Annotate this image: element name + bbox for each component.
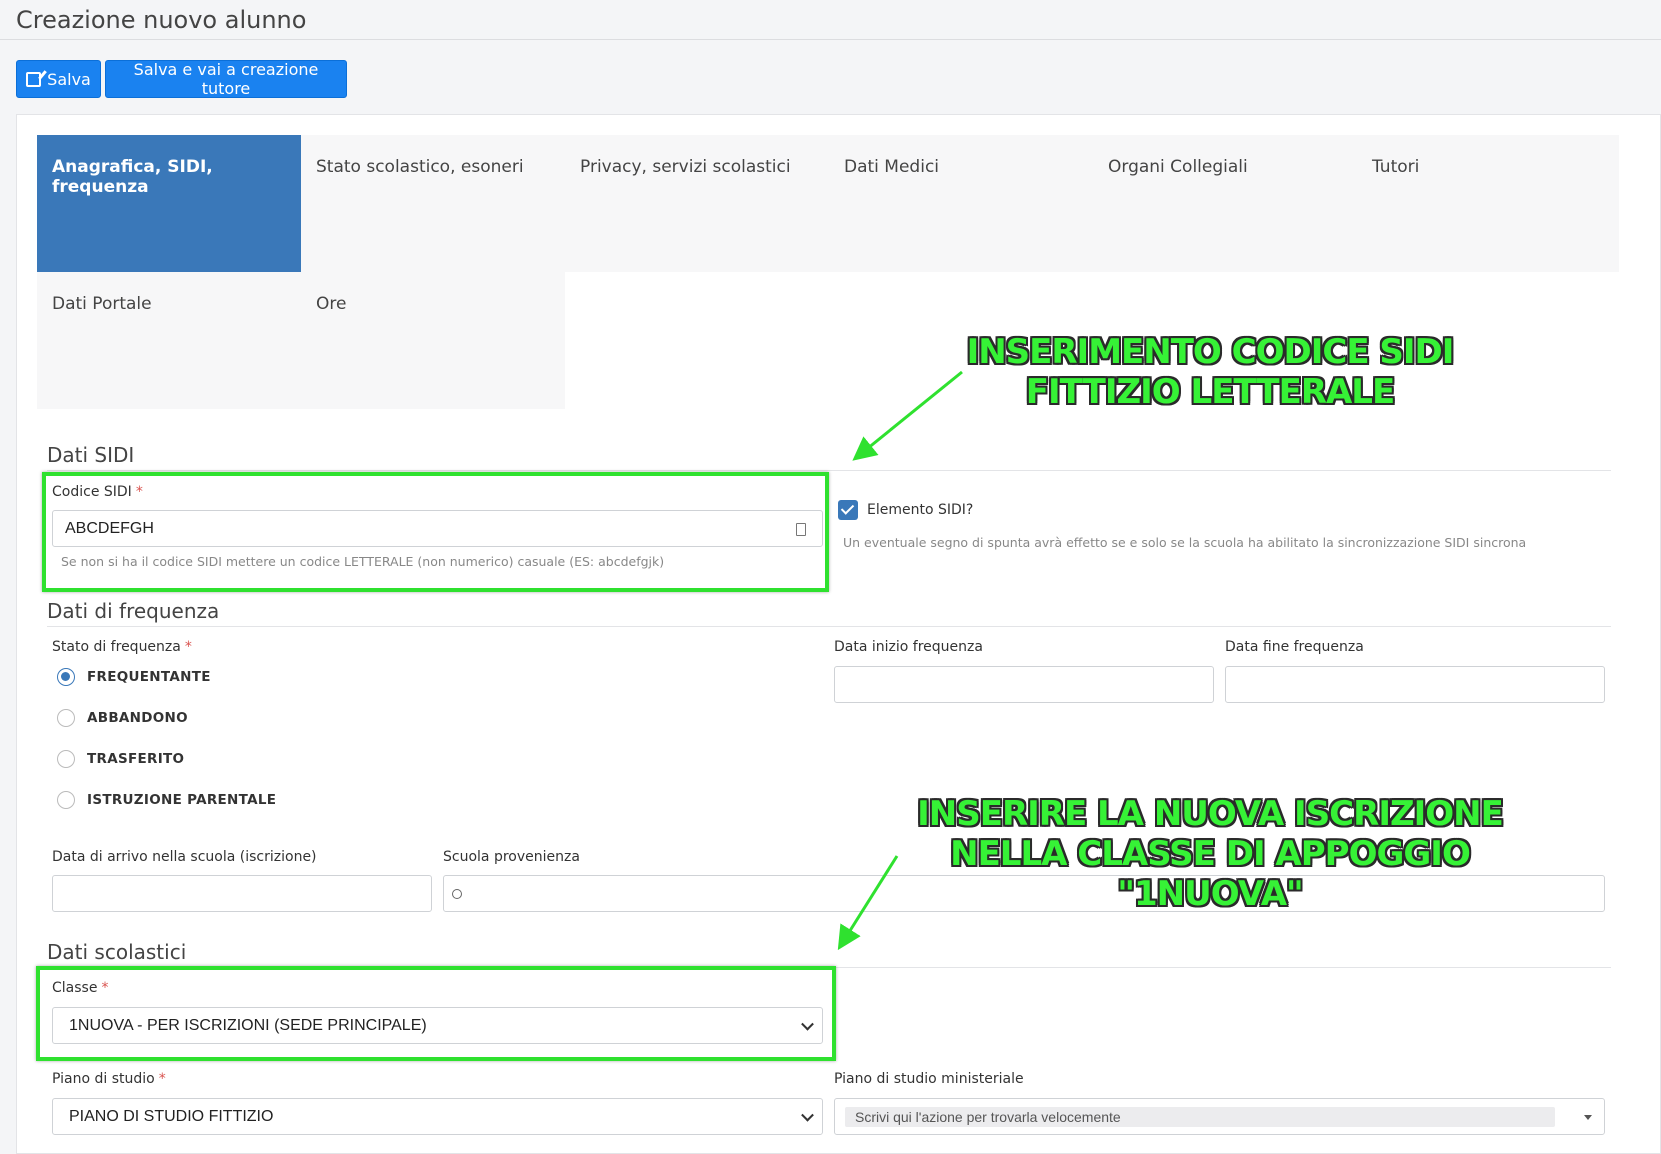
data-fine-input[interactable] (1225, 666, 1605, 703)
annotation-sidi-note: INSERIMENTO CODICE SIDI FITTIZIO LETTERA… (966, 332, 1455, 412)
codice-sidi-input[interactable]: ABCDEFGH (52, 510, 823, 547)
elemento-sidi-label: Elemento SIDI? (867, 502, 974, 518)
elemento-sidi-checkbox[interactable] (838, 500, 858, 520)
scuola-provenienza-label: Scuola provenienza (443, 849, 580, 865)
radio-trasferito[interactable]: TRASFERITO (57, 750, 184, 768)
data-inizio-input[interactable] (834, 666, 1214, 703)
classe-label: Classe * (52, 980, 109, 996)
save-button[interactable]: Salva (16, 60, 101, 98)
section-title-frequenza: Dati di frequenza (47, 599, 220, 623)
classe-select[interactable]: 1NUOVA - PER ISCRIZIONI (SEDE PRINCIPALE… (52, 1007, 823, 1044)
chevron-down-icon (801, 1108, 814, 1122)
codice-sidi-label: Codice SIDI * (52, 484, 143, 500)
contact-card-icon (796, 523, 806, 536)
save-button-label: Salva (47, 69, 91, 89)
piano-ministeriale-label: Piano di studio ministeriale (834, 1071, 1024, 1087)
tab-privacy[interactable]: Privacy, servizi scolastici (565, 135, 829, 272)
elemento-sidi-help: Un eventuale segno di spunta avrà effett… (843, 535, 1527, 550)
section-divider (47, 626, 1611, 627)
tab-stato-scolastico[interactable]: Stato scolastico, esoneri (301, 135, 565, 272)
page-title: Creazione nuovo alunno (16, 6, 307, 34)
section-divider (47, 470, 1611, 471)
radio-button[interactable] (57, 750, 75, 768)
section-title-sidi: Dati SIDI (47, 443, 135, 467)
data-arrivo-input[interactable] (52, 875, 432, 912)
radio-frequentante[interactable]: FREQUENTANTE (57, 668, 211, 686)
save-and-create-tutor-button[interactable]: Salva e vai a creazione tutore (105, 60, 347, 98)
annotation-class-note: INSERIRE LA NUOVA ISCRIZIONE NELLA CLASS… (917, 794, 1504, 914)
tab-tutori[interactable]: Tutori (1357, 135, 1619, 272)
piano-ministeriale-placeholder: Scrivi qui l'azione per trovarla velocem… (845, 1106, 1555, 1127)
tab-dati-portale[interactable]: Dati Portale (37, 272, 301, 409)
tab-organi-collegiali[interactable]: Organi Collegiali (1093, 135, 1357, 272)
tab-dati-medici[interactable]: Dati Medici (829, 135, 1093, 272)
tab-ore[interactable]: Ore (301, 272, 565, 409)
piano-studio-selected-value: PIANO DI STUDIO FITTIZIO (69, 1107, 274, 1125)
caret-down-icon (1584, 1115, 1592, 1120)
section-divider (47, 967, 1611, 968)
tab-anagrafica[interactable]: Anagrafica, SIDI, frequenza (37, 135, 301, 272)
codice-sidi-help: Se non si ha il codice SIDI mettere un c… (61, 554, 665, 569)
radio-button-selected[interactable] (57, 668, 75, 686)
title-divider (0, 39, 1661, 40)
stato-frequenza-label: Stato di frequenza * (52, 639, 192, 655)
radio-button[interactable] (57, 791, 75, 809)
search-icon (452, 888, 462, 899)
piano-ministeriale-select[interactable]: Scrivi qui l'azione per trovarla velocem… (834, 1098, 1605, 1135)
chevron-down-icon (801, 1017, 814, 1031)
data-fine-label: Data fine frequenza (1225, 639, 1364, 655)
radio-istruzione-parentale[interactable]: ISTRUZIONE PARENTALE (57, 791, 276, 809)
piano-studio-select[interactable]: PIANO DI STUDIO FITTIZIO (52, 1098, 823, 1135)
classe-selected-value: 1NUOVA - PER ISCRIZIONI (SEDE PRINCIPALE… (69, 1016, 427, 1034)
piano-studio-label: Piano di studio * (52, 1071, 166, 1087)
data-inizio-label: Data inizio frequenza (834, 639, 983, 655)
radio-button[interactable] (57, 709, 75, 727)
section-title-scolastici: Dati scolastici (47, 940, 187, 964)
edit-icon (26, 71, 42, 87)
data-arrivo-label: Data di arrivo nella scuola (iscrizione) (52, 849, 317, 865)
radio-abbandono[interactable]: ABBANDONO (57, 709, 188, 727)
codice-sidi-value: ABCDEFGH (65, 519, 154, 537)
